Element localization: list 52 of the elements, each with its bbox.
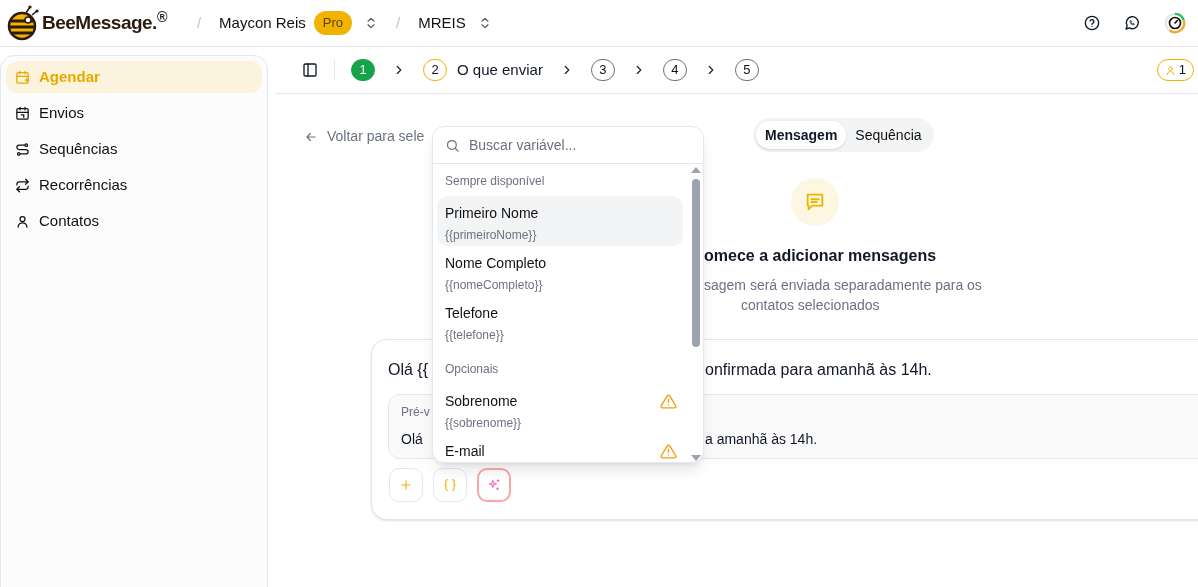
user-icon [15,213,30,229]
braces-icon [443,478,457,492]
message-icon [804,191,826,213]
account-switcher[interactable]: Maycon Reis Pro [219,11,378,35]
preview-text: a amanhã às 14h. [705,430,818,449]
variable-option[interactable]: Nome Completo {{nomeCompleto}} [437,246,683,296]
variable-option[interactable]: Primeiro Nome {{primeiroNome}} [437,196,683,246]
plus-icon [399,478,413,492]
variable-option[interactable]: Sobrenome {{sobrenome}} [437,384,683,434]
step[interactable]: 4 [662,59,687,81]
preview-label: Pré-v [401,404,430,421]
step[interactable]: 5 [734,59,759,81]
warning-icon [660,393,677,410]
sidebar-item[interactable]: Envios [6,97,262,129]
breadcrumb-separator: / [396,12,401,33]
step[interactable]: 3 [590,59,615,81]
help-icon[interactable] [1084,15,1100,31]
route-icon [15,141,30,157]
usage-gauge-icon[interactable] [1164,12,1186,34]
chat-icon[interactable] [1124,15,1140,31]
sparkles-icon [487,478,501,492]
breadcrumb-separator: / [196,12,202,33]
repeat-icon [15,177,30,193]
scrollbar[interactable] [691,167,701,461]
empty-state-title: omece a adicionar mensagens [704,246,937,266]
calendar-icon [15,105,30,121]
sidebar-toggle-icon[interactable] [302,62,318,78]
empty-state-description: contatos selecionados [741,296,880,315]
mode-tab[interactable]: Mensagem [756,121,847,149]
step[interactable]: 2 O que enviar [423,58,543,82]
variable-option[interactable]: E-mail [437,434,683,462]
section-heading: Sempre disponível [444,173,546,190]
user-icon [1164,64,1176,76]
workspace-switcher[interactable]: MREIS [418,11,492,35]
message-text: Olá {{ [388,360,429,380]
empty-state-description: sagem será enviada separadamente para os [704,276,982,295]
preview-text: Olá [401,430,423,449]
section-heading: Opcionais [444,361,500,378]
message-text: onfirmada para amanhã às 14h. [705,360,932,380]
sidebar-item[interactable]: Recorrências [6,169,262,201]
search-field[interactable]: Buscar variável... [469,134,691,156]
mode-tab[interactable]: Sequência [846,121,931,149]
back-link[interactable]: Voltar para sele [304,126,425,147]
warning-icon [660,443,677,460]
sidebar-item[interactable]: Contatos [6,205,262,237]
sidebar-item[interactable]: Sequências [6,133,262,165]
variable-option[interactable]: Telefone {{telefone}} [437,296,683,346]
plan-badge: Pro [313,11,352,35]
search-icon [445,137,460,153]
brand-name: BeeMessage.$^{®}$ [42,8,167,35]
calendar-plus-icon [15,69,30,85]
bee-logo-icon [6,5,40,41]
